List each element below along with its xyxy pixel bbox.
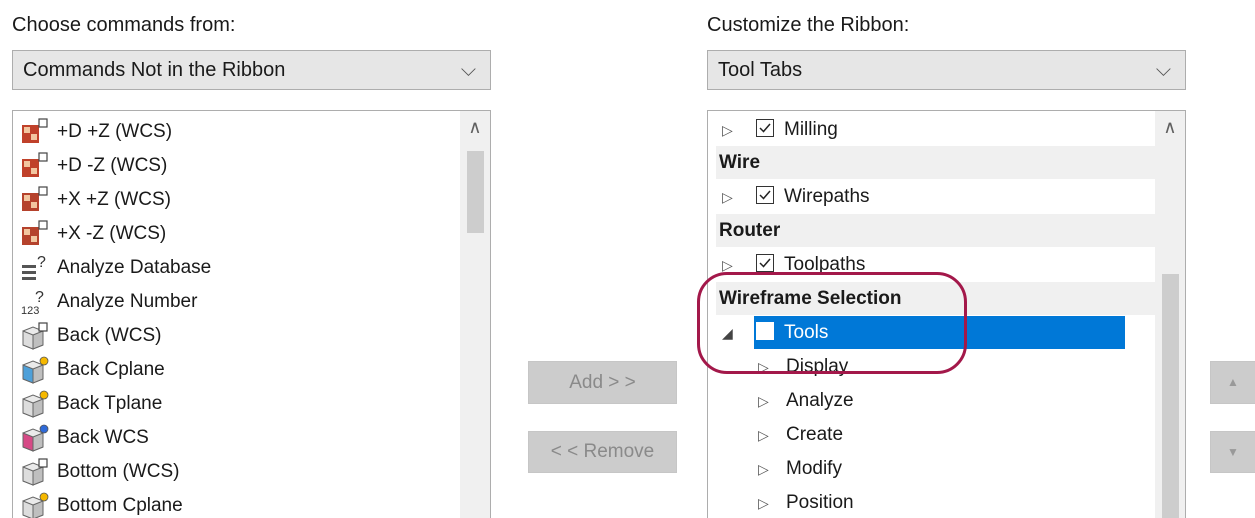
command-list-item[interactable]: Back WCS — [19, 421, 149, 455]
command-label: +X -Z (WCS) — [57, 223, 167, 244]
tree-child-item[interactable]: ▷ Modify — [708, 452, 1155, 485]
checkbox-checked[interactable] — [756, 254, 774, 272]
expand-arrow-icon[interactable]: ▷ — [758, 461, 769, 478]
command-list-item[interactable]: +X +Z (WCS) — [19, 183, 171, 217]
expand-arrow-icon[interactable]: ▷ — [722, 122, 733, 139]
command-label: Analyze Number — [57, 291, 198, 312]
command-label: Back Cplane — [57, 359, 165, 380]
chevron-down-icon: ⌵ — [460, 59, 476, 81]
command-label: Back (WCS) — [57, 325, 162, 346]
tree-child-label: Modify — [786, 458, 842, 479]
tree-child-item[interactable]: ▷ Position — [708, 486, 1155, 518]
expand-arrow-icon[interactable]: ▷ — [758, 427, 769, 444]
ribbon-tabs-dropdown[interactable]: Tool Tabs ⌵ — [707, 50, 1186, 90]
scroll-up-icon[interactable]: ∧ — [1155, 117, 1185, 138]
tree-item-milling[interactable]: ▷ Milling — [708, 113, 1155, 146]
analyze-number-icon: 123? — [19, 287, 51, 317]
command-label: Back WCS — [57, 427, 149, 448]
plane-dz-icon — [19, 117, 51, 147]
plane-dz-neg-icon — [19, 151, 51, 181]
command-label: Back Tplane — [57, 393, 163, 414]
plane-xz-icon — [19, 185, 51, 215]
command-list-item[interactable]: Back (WCS) — [19, 319, 162, 353]
tree-item-label: Wirepaths — [784, 186, 870, 207]
command-label: +X +Z (WCS) — [57, 189, 172, 210]
bottom-wcs-icon — [19, 457, 51, 487]
group-header-wire: Wire — [716, 146, 1155, 179]
command-label: Bottom Cplane — [57, 495, 183, 516]
scroll-up-icon[interactable]: ∧ — [460, 117, 490, 138]
ribbon-tabs-value: Tool Tabs — [718, 59, 803, 81]
command-list-item[interactable]: 123? Analyze Number — [19, 285, 197, 319]
commands-scrollbar[interactable]: ∧ — [460, 111, 490, 518]
expand-arrow-icon[interactable]: ▷ — [722, 189, 733, 206]
svg-text:?: ? — [37, 254, 46, 271]
bottom-cplane-icon — [19, 491, 51, 518]
commands-source-value: Commands Not in the Ribbon — [23, 59, 286, 81]
expand-arrow-icon[interactable]: ▷ — [758, 495, 769, 512]
command-list-item[interactable]: +D +Z (WCS) — [19, 115, 172, 149]
tree-child-item[interactable]: ▷ Create — [708, 418, 1155, 451]
highlight-callout — [697, 272, 967, 374]
plane-xz-neg-icon — [19, 219, 51, 249]
tree-child-label: Create — [786, 424, 844, 445]
commands-source-dropdown[interactable]: Commands Not in the Ribbon ⌵ — [12, 50, 491, 90]
checkbox-checked[interactable] — [756, 186, 774, 204]
add-button[interactable]: Add > > — [528, 361, 677, 404]
command-list-item[interactable]: Back Tplane — [19, 387, 162, 421]
ribbon-tree-scrollbar[interactable]: ∧ — [1155, 111, 1185, 518]
back-tplane-icon — [19, 389, 51, 419]
move-down-button[interactable]: ▼ — [1210, 431, 1255, 473]
expand-arrow-icon[interactable]: ▷ — [758, 393, 769, 410]
tree-item-label: Milling — [784, 119, 838, 140]
tree-item-wirepaths[interactable]: ▷ Wirepaths — [708, 180, 1155, 213]
move-up-button[interactable]: ▲ — [1210, 361, 1255, 404]
ribbon-tree-scroll-thumb[interactable] — [1162, 274, 1179, 518]
commands-listbox[interactable]: +D +Z (WCS) +D -Z (WCS) +X +Z (WCS) +X -Z (… — [12, 110, 491, 518]
command-label: Bottom (WCS) — [57, 461, 180, 482]
command-list-item[interactable]: Back Cplane — [19, 353, 165, 387]
checkbox-checked[interactable] — [756, 119, 774, 137]
remove-button[interactable]: < < Remove — [528, 431, 677, 473]
back-cplane-icon — [19, 355, 51, 385]
tree-child-label: Analyze — [786, 390, 854, 411]
command-list-item[interactable]: +X -Z (WCS) — [19, 217, 166, 251]
group-header-router: Router — [716, 214, 1155, 247]
command-label: Analyze Database — [57, 257, 212, 278]
customize-ribbon-label: Customize the Ribbon: — [707, 14, 910, 36]
command-list-item[interactable]: Bottom (WCS) — [19, 455, 179, 489]
analyze-database-icon: ? — [19, 253, 51, 283]
command-list-item[interactable]: Bottom Cplane — [19, 489, 183, 518]
command-label: +D +Z (WCS) — [57, 121, 173, 142]
svg-text:123: 123 — [21, 305, 39, 317]
commands-scroll-thumb[interactable] — [467, 151, 484, 233]
command-list-item[interactable]: ? Analyze Database — [19, 251, 211, 285]
command-label: +D -Z (WCS) — [57, 155, 168, 176]
tree-child-label: Position — [786, 492, 854, 513]
back-wcs-view-icon — [19, 423, 51, 453]
command-list-item[interactable]: +D -Z (WCS) — [19, 149, 167, 183]
back-wcs-icon — [19, 321, 51, 351]
chevron-down-icon: ⌵ — [1155, 59, 1171, 81]
tree-child-item[interactable]: ▷ Analyze — [708, 384, 1155, 417]
choose-commands-label: Choose commands from: — [12, 14, 236, 36]
svg-text:?: ? — [35, 289, 44, 306]
